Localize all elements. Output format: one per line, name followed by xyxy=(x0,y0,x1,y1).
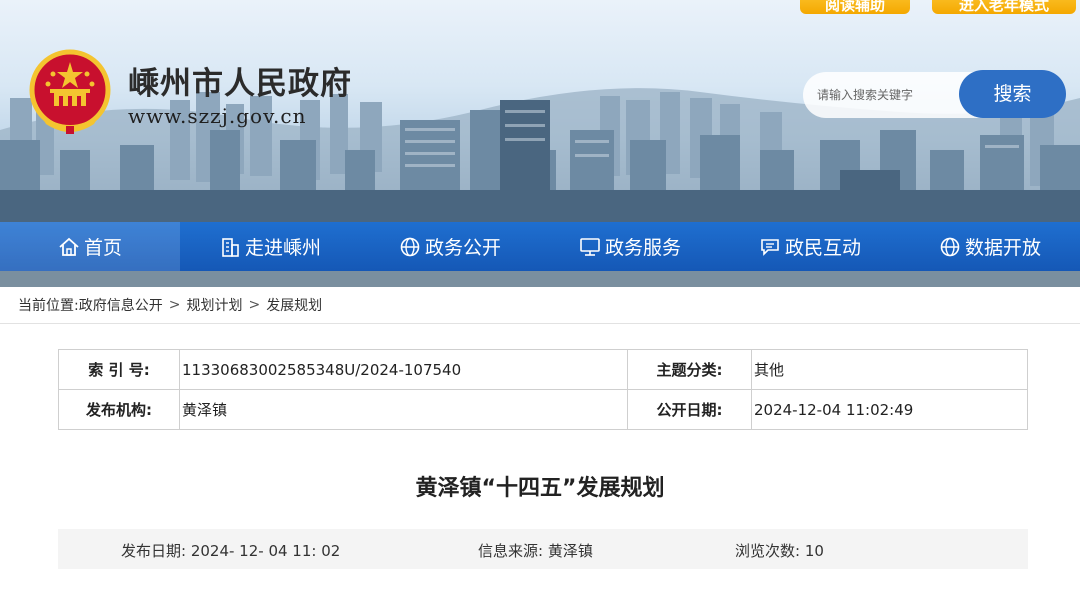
nav-item-public-affairs[interactable]: 政务公开 xyxy=(360,222,540,271)
home-icon xyxy=(59,237,79,256)
document-info-bar: 发布日期: 2024- 12- 04 11: 02 信息来源: 黄泽镇 浏览次数… xyxy=(58,529,1028,569)
publisher-label: 发布机构: xyxy=(58,389,180,430)
main-nav: 首页 走进嵊州 政务公开 政务服务 政民互动 数据开放 xyxy=(0,222,1080,271)
source-info: 信息来源: 黄泽镇 xyxy=(478,542,593,560)
nav-item-home[interactable]: 首页 xyxy=(0,222,180,271)
search-button[interactable]: 搜索 xyxy=(959,70,1066,118)
nav-label: 首页 xyxy=(83,237,122,259)
breadcrumb-link-plans[interactable]: 规划计划 xyxy=(186,295,242,315)
nav-label: 政务服务 xyxy=(604,237,681,259)
document-meta-table: 索 引 号: 11330683002585348U/2024-107540 主题… xyxy=(58,349,1028,430)
publish-date-value: 2024-12-04 11:02:49 xyxy=(751,389,1028,430)
breadcrumb-separator: > xyxy=(248,297,261,313)
nav-item-about[interactable]: 走进嵊州 xyxy=(180,222,360,271)
nav-label: 走进嵊州 xyxy=(244,237,321,259)
document-title: 黄泽镇“十四五”发展规划 xyxy=(415,476,665,501)
article-content: 索 引 号: 11330683002585348U/2024-107540 主题… xyxy=(0,324,1080,597)
breadcrumb-link-development[interactable]: 发展规划 xyxy=(266,295,322,315)
index-number-label: 索 引 号: xyxy=(58,349,180,390)
index-number-value: 11330683002585348U/2024-107540 xyxy=(179,349,628,390)
breadcrumb-link-gov-info[interactable]: 政府信息公开 xyxy=(79,295,163,315)
reading-assist-button[interactable]: 阅读辅助 xyxy=(800,0,910,14)
topic-label: 主题分类: xyxy=(627,349,752,390)
chat-icon xyxy=(761,238,779,256)
breadcrumb-prefix: 当前位置: xyxy=(18,298,79,314)
nav-item-interaction[interactable]: 政民互动 xyxy=(720,222,900,271)
breadcrumb: 当前位置: 政府信息公开 > 规划计划 > 发展规划 xyxy=(0,287,1080,324)
globe-icon xyxy=(940,237,960,256)
breadcrumb-separator: > xyxy=(168,297,181,313)
header-banner: 阅读辅助 进入老年模式 嵊州市人民政府 www.szzj.gov.cn 搜索 首… xyxy=(0,0,1080,287)
nav-label: 政务公开 xyxy=(424,237,501,259)
nav-item-services[interactable]: 政务服务 xyxy=(540,222,720,271)
topic-value: 其他 xyxy=(751,349,1028,390)
publish-date-label: 公开日期: xyxy=(627,389,752,430)
building-icon xyxy=(222,237,239,257)
publisher-value: 黄泽镇 xyxy=(179,389,628,430)
nav-label: 数据开放 xyxy=(964,237,1041,259)
monitor-icon xyxy=(580,237,600,256)
elderly-mode-button[interactable]: 进入老年模式 xyxy=(932,0,1076,14)
site-title: 嵊州市人民政府 xyxy=(128,66,352,102)
national-emblem-icon xyxy=(29,49,111,134)
publish-date-info: 发布日期: 2024- 12- 04 11: 02 xyxy=(121,542,341,560)
site-url: www.szzj.gov.cn xyxy=(128,104,307,128)
nav-item-open-data[interactable]: 数据开放 xyxy=(900,222,1080,271)
globe-icon xyxy=(400,237,420,256)
view-count-info: 浏览次数: 10 xyxy=(735,542,824,560)
nav-label: 政民互动 xyxy=(784,237,861,259)
